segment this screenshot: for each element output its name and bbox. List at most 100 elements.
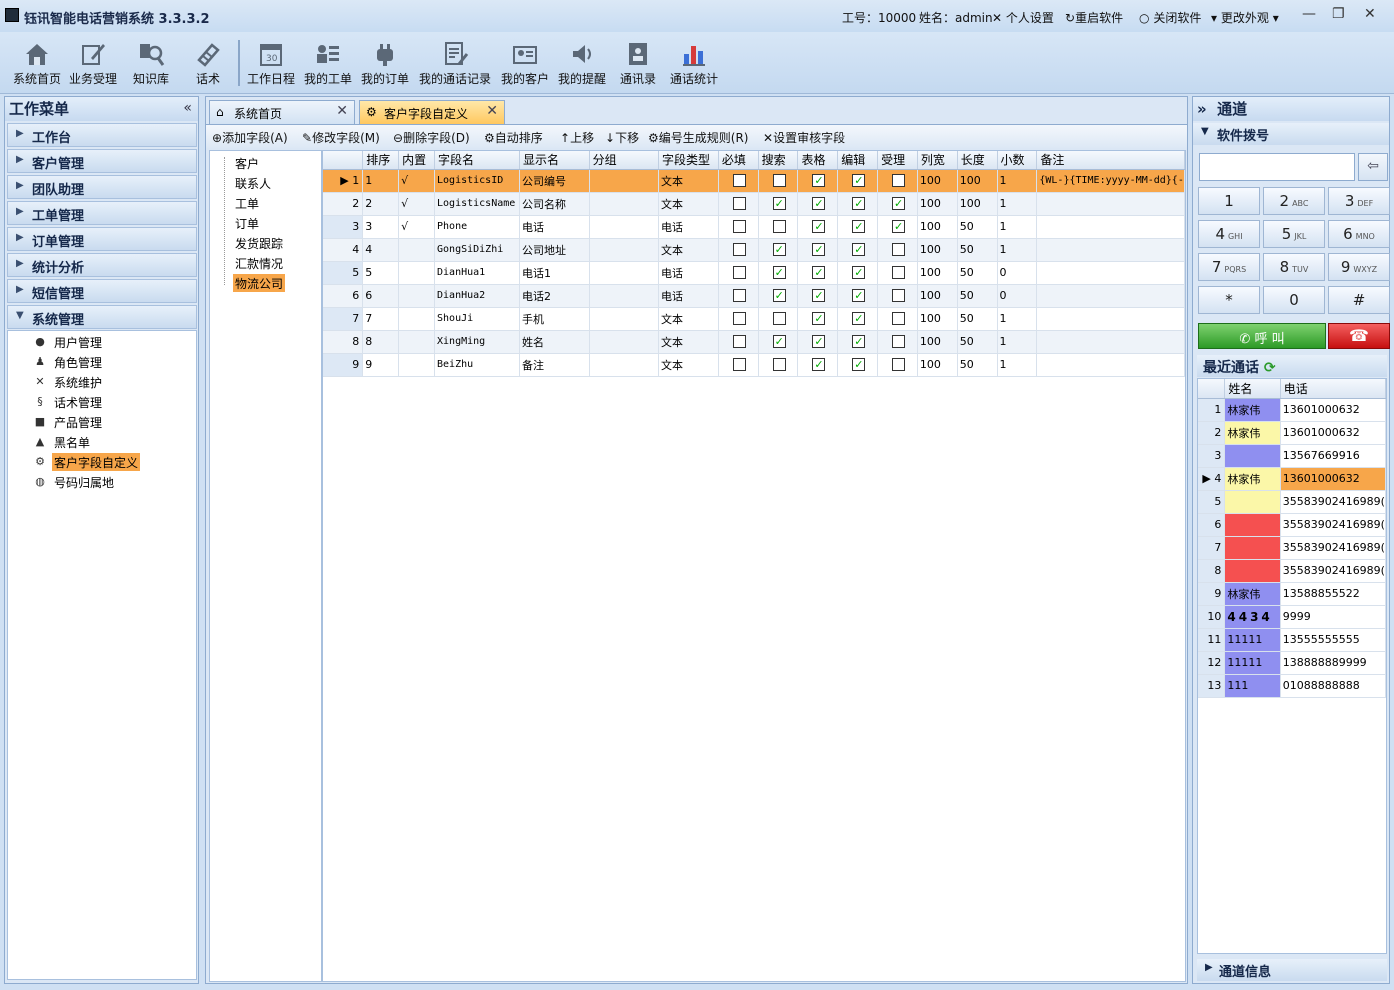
recent-name[interactable] (1224, 559, 1281, 583)
cell-length[interactable]: 50 (957, 307, 998, 331)
table-row[interactable]: 7 35583902416989( (1198, 536, 1386, 560)
checkbox[interactable]: ✓ (772, 289, 786, 303)
cell-decimal[interactable]: 1 (997, 192, 1038, 216)
toolbar-schedule-button[interactable]: 30 工作日程 (244, 36, 298, 92)
call-button[interactable]: ✆ 呼 叫 (1198, 323, 1326, 349)
checkbox[interactable] (732, 312, 746, 326)
table-row[interactable]: 12 11111 138888889999 (1198, 651, 1386, 675)
cell-length[interactable]: 50 (957, 284, 998, 308)
toolbar-reminder-button[interactable]: 我的提醒 (555, 36, 609, 92)
recent-phone[interactable]: 35583902416989( (1280, 513, 1386, 537)
toolbar-my-customers-button[interactable]: 我的客户 (498, 36, 552, 92)
row-header[interactable]: 8 (323, 330, 364, 354)
submenu-user-management[interactable]: ● 用户管理 (35, 333, 104, 351)
toolbar-script-button[interactable]: 话术 (188, 36, 228, 92)
table-row[interactable]: 1 林家伟 13601000632 (1198, 398, 1386, 422)
tree-item-remittance[interactable]: 汇款情况 (233, 254, 285, 272)
cell-sort[interactable]: 1 (362, 169, 400, 193)
cell-note[interactable] (1036, 330, 1185, 354)
cell-decimal[interactable]: 1 (997, 215, 1038, 239)
row-header[interactable]: 9 (1198, 582, 1226, 606)
dial-key[interactable]: 9 WXYZ (1328, 253, 1390, 281)
dial-number-input[interactable] (1199, 153, 1355, 181)
cell-display-name[interactable]: 公司名称 (519, 192, 590, 216)
cell-req[interactable] (718, 192, 759, 216)
cell-note[interactable] (1036, 353, 1185, 377)
cell-table[interactable]: ✓ (797, 307, 839, 331)
number-rule-button[interactable]: ⚙编号生成规则(R) (648, 129, 748, 146)
cell-builtin[interactable] (398, 284, 436, 308)
toolbar-call-stats-button[interactable]: 通话统计 (667, 36, 721, 92)
cell-field-name[interactable]: LogisticsName (434, 192, 520, 216)
cell-group[interactable] (589, 330, 659, 354)
menu-group-workbench[interactable]: ▶ 工作台 (7, 123, 197, 147)
checkbox[interactable] (732, 243, 746, 257)
cell-table[interactable]: ✓ (797, 330, 839, 354)
table-row[interactable]: 4 4 GongSiDiZhi 公司地址 文本 ✓ ✓ ✓ 100 50 1 (323, 238, 1185, 262)
cell-display-name[interactable]: 电话1 (519, 261, 590, 285)
cell-edit[interactable]: ✓ (837, 284, 879, 308)
checkbox[interactable]: ✓ (812, 197, 826, 211)
cell-search[interactable] (758, 353, 799, 377)
grid-header[interactable]: 内置 (398, 151, 436, 170)
table-row[interactable]: 3 3 √ Phone 电话 电话 ✓ ✓ ✓ 100 50 1 (323, 215, 1185, 239)
checkbox[interactable]: ✓ (852, 220, 866, 234)
table-row[interactable]: 2 2 √ LogisticsName 公司名称 文本 ✓ ✓ ✓ ✓ 100 100 1 (323, 192, 1185, 216)
menu-group-sms[interactable]: ▶ 短信管理 (7, 279, 197, 303)
checkbox[interactable]: ✓ (852, 197, 866, 211)
dial-key[interactable]: 8 TUV (1263, 253, 1325, 281)
cell-table[interactable]: ✓ (797, 284, 839, 308)
recent-phone[interactable]: 13601000632 (1280, 467, 1386, 491)
row-header[interactable]: 10 (1198, 605, 1226, 629)
tree-item-shipment[interactable]: 发货跟踪 (233, 234, 285, 252)
cell-builtin[interactable]: √ (398, 192, 436, 216)
checkbox[interactable] (892, 312, 906, 326)
cell-field-name[interactable]: XingMing (434, 330, 520, 354)
row-header[interactable]: ▶ 4 (1198, 467, 1226, 491)
change-skin-button[interactable]: ▾ 更改外观 ▾ (1211, 9, 1279, 26)
cell-field-type[interactable]: 文本 (658, 307, 719, 331)
menu-group-stats[interactable]: ▶ 统计分析 (7, 253, 197, 277)
submenu-custom-fields[interactable]: ⚙ 客户字段自定义 (35, 453, 141, 471)
cell-builtin[interactable] (398, 307, 436, 331)
cell-field-name[interactable]: BeiZhu (434, 353, 520, 377)
row-header[interactable]: 7 (323, 307, 364, 331)
cell-width[interactable]: 100 (917, 215, 958, 239)
table-row[interactable]: 9 9 BeiZhu 备注 文本 ✓ ✓ 100 50 1 (323, 353, 1185, 377)
recent-phone[interactable]: 13567669916 (1280, 444, 1386, 468)
row-header[interactable]: 6 (323, 284, 364, 308)
cell-acc[interactable] (877, 169, 918, 193)
recent-name[interactable] (1224, 536, 1281, 560)
grid-header[interactable]: 必填 (718, 151, 759, 170)
cell-table[interactable]: ✓ (797, 192, 839, 216)
recent-name[interactable]: 11111 (1224, 628, 1281, 652)
cell-note[interactable] (1036, 238, 1185, 262)
row-header[interactable]: 6 (1198, 513, 1226, 537)
cell-length[interactable]: 50 (957, 215, 998, 239)
cell-field-type[interactable]: 电话 (658, 284, 719, 308)
toolbar-call-records-button[interactable]: 我的通话记录 (416, 36, 494, 92)
cell-req[interactable] (718, 261, 759, 285)
checkbox[interactable] (772, 220, 786, 234)
personal-settings-button[interactable]: ✕ 个人设置 (992, 9, 1054, 26)
cell-field-name[interactable]: GongSiDiZhi (434, 238, 520, 262)
cell-field-type[interactable]: 文本 (658, 353, 719, 377)
cell-decimal[interactable]: 1 (997, 307, 1038, 331)
menu-group-tickets[interactable]: ▶ 工单管理 (7, 201, 197, 225)
cell-edit[interactable]: ✓ (837, 238, 879, 262)
cell-group[interactable] (589, 238, 659, 262)
cell-acc[interactable] (877, 330, 918, 354)
cell-table[interactable]: ✓ (797, 261, 839, 285)
cell-table[interactable]: ✓ (797, 238, 839, 262)
dial-key[interactable]: 0 (1263, 286, 1325, 314)
cell-field-name[interactable]: DianHua2 (434, 284, 520, 308)
cell-req[interactable] (718, 330, 759, 354)
checkbox[interactable] (732, 289, 746, 303)
cell-sort[interactable]: 9 (362, 353, 400, 377)
cell-acc[interactable] (877, 261, 918, 285)
cell-acc[interactable]: ✓ (877, 215, 918, 239)
menu-group-team[interactable]: ▶ 团队助理 (7, 175, 197, 199)
checkbox[interactable] (732, 335, 746, 349)
checkbox[interactable]: ✓ (772, 243, 786, 257)
submenu-role-management[interactable]: ♟ 角色管理 (35, 353, 104, 371)
